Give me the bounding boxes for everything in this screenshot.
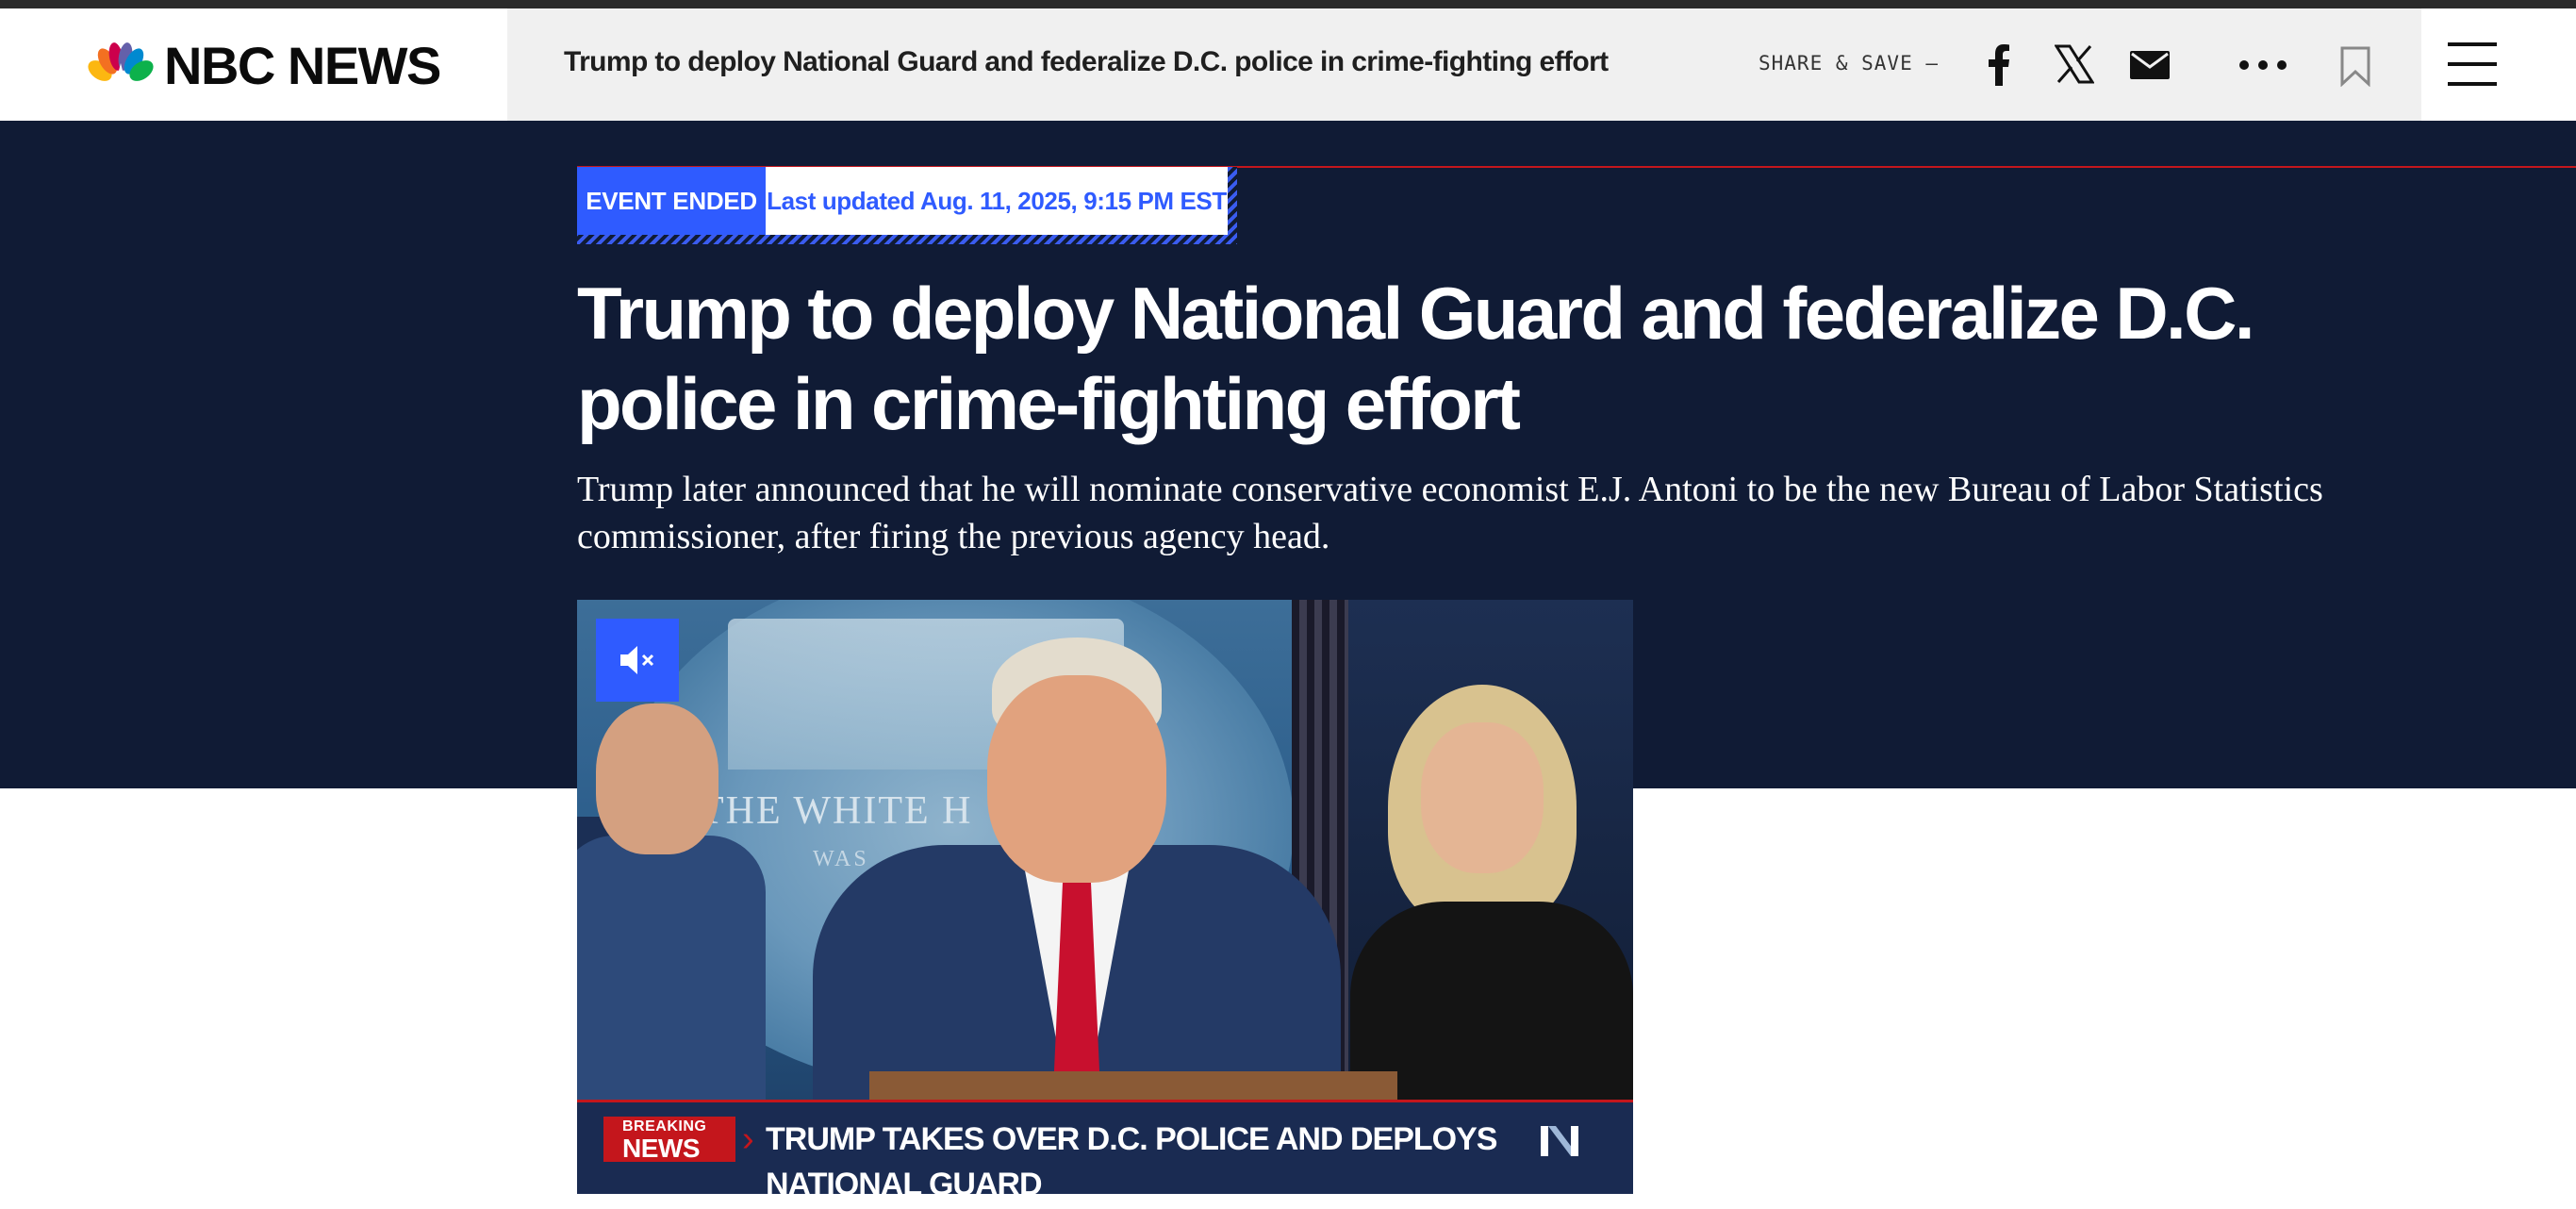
nbc-n-logo-icon bbox=[1541, 1126, 1578, 1156]
more-share-button[interactable] bbox=[2235, 52, 2291, 78]
sticky-article-title: Trump to deploy National Guard and feder… bbox=[564, 46, 1609, 77]
article-dek: Trump later announced that he will nomin… bbox=[577, 470, 2323, 556]
menu-icon bbox=[2448, 42, 2497, 46]
mute-icon bbox=[620, 646, 654, 674]
menu-button[interactable] bbox=[2448, 42, 2497, 86]
facebook-icon bbox=[1989, 44, 2009, 86]
site-header: NBC NEWS Trump to deploy National Guard … bbox=[0, 8, 2576, 121]
menu-icon-bar bbox=[2448, 62, 2497, 66]
event-ended-label: EVENT ENDED bbox=[577, 167, 766, 235]
nbc-peacock-icon bbox=[88, 42, 154, 86]
ticker-headline: TRUMP TAKES OVER D.C. POLICE AND DEPLOYS… bbox=[766, 1121, 1497, 1194]
top-border bbox=[0, 0, 2576, 8]
ticker-top-line bbox=[577, 1100, 1633, 1102]
share-save-label: SHARE & SAVE — bbox=[1759, 52, 1940, 75]
email-icon bbox=[2130, 51, 2170, 79]
speaker-head bbox=[987, 675, 1166, 883]
email-share-button[interactable] bbox=[2127, 46, 2172, 84]
sticky-title-bar: Trump to deploy National Guard and feder… bbox=[507, 8, 2421, 121]
nbc-news-logo[interactable]: NBC NEWS bbox=[87, 35, 441, 95]
last-updated-timestamp: Last updated Aug. 11, 2025, 9:15 PM EST bbox=[766, 167, 1228, 235]
event-status-badge: EVENT ENDED Last updated Aug. 11, 2025, … bbox=[577, 167, 1237, 244]
person-right-head bbox=[1421, 722, 1544, 873]
news-label: NEWS bbox=[622, 1134, 701, 1163]
breaking-news-tag: BREAKING NEWS bbox=[603, 1117, 735, 1163]
brand-name: NBC NEWS bbox=[164, 35, 441, 95]
x-share-button[interactable] bbox=[2052, 41, 2097, 88]
bookmark-icon bbox=[2340, 46, 2370, 87]
more-icon bbox=[2239, 60, 2287, 70]
facebook-share-button[interactable] bbox=[1978, 42, 2020, 88]
video-player[interactable]: THE WHITE H WAS BREAKING NEWS › TRUMP TA… bbox=[577, 600, 1633, 1194]
menu-icon-bar bbox=[2448, 82, 2497, 86]
mute-button[interactable] bbox=[596, 619, 679, 702]
save-bookmark-button[interactable] bbox=[2337, 42, 2374, 90]
article-headline: Trump to deploy National Guard and feder… bbox=[577, 272, 2255, 445]
x-icon bbox=[2055, 44, 2094, 84]
ticker-arrow-icon: › bbox=[742, 1119, 754, 1159]
person-left-head bbox=[596, 704, 718, 854]
